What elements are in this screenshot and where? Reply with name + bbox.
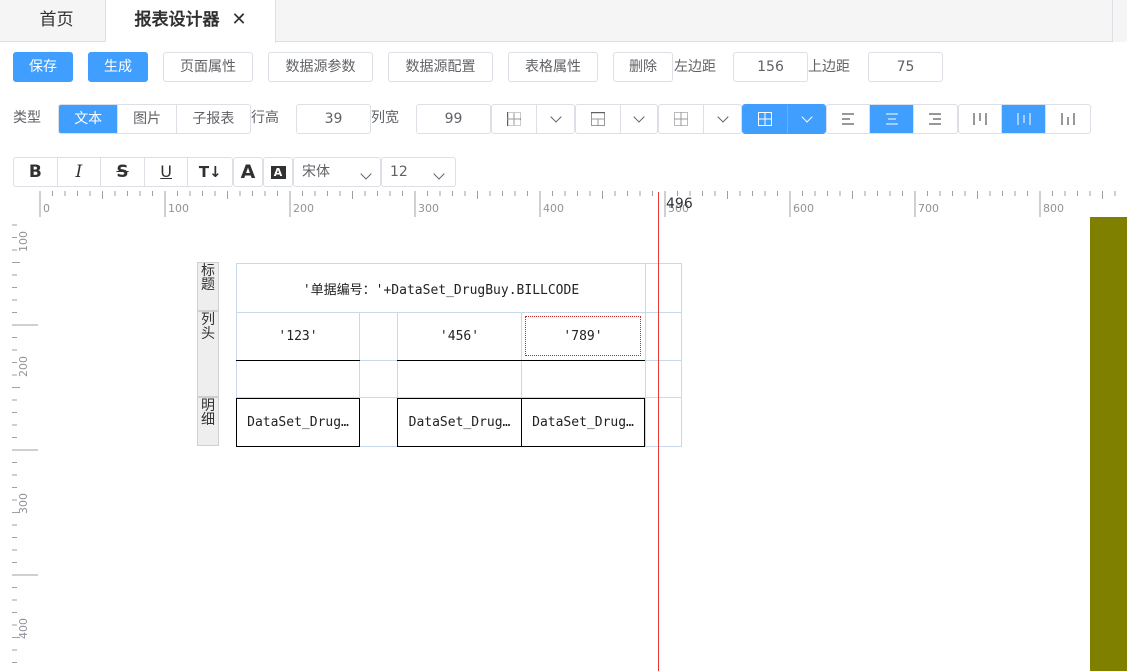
row-height-input[interactable]: 39 — [296, 104, 371, 134]
vertical-ruler: 100 200 300 400 — [0, 217, 40, 671]
align-center-icon[interactable] — [870, 105, 914, 133]
detail-cell[interactable] — [360, 399, 397, 446]
bold-button[interactable]: B — [14, 158, 58, 186]
vertical-ruler-ticks — [12, 224, 38, 663]
detail-cell[interactable]: DataSet_Drug… — [522, 399, 644, 446]
horizontal-align-group — [826, 104, 958, 134]
h-tick-label: 100 — [168, 202, 189, 215]
font-size-value: 12 — [390, 164, 408, 180]
tab-home-label: 首页 — [39, 10, 74, 30]
band-header-label[interactable]: 列 头 — [197, 311, 219, 397]
tab-report-designer-label: 报表设计器 — [134, 10, 220, 30]
type-text-button[interactable]: 文本 — [59, 105, 119, 133]
h-tick-label: 0 — [43, 202, 50, 215]
v-tick-label: 400 — [17, 618, 30, 639]
left-margin-label: 左边距 — [674, 59, 716, 75]
title-cell[interactable]: '单据编号：'+DataSet_DrugBuy.BILLCODE — [237, 264, 645, 312]
valign-top-icon[interactable] — [959, 105, 1003, 133]
type-label: 类型 — [13, 110, 41, 126]
strikethrough-button[interactable]: S — [101, 158, 145, 186]
chevron-down-icon — [621, 105, 657, 133]
background-color-button[interactable]: A — [263, 157, 293, 187]
type-image-button[interactable]: 图片 — [118, 105, 177, 133]
border-left-icon — [492, 105, 537, 133]
datasource-config-button[interactable]: 数据源配置 — [388, 52, 493, 82]
font-size-select[interactable]: 12 — [381, 157, 456, 187]
italic-button[interactable]: I — [58, 158, 102, 186]
generate-button[interactable]: 生成 — [88, 52, 148, 82]
detail-cell[interactable]: DataSet_Drug… — [237, 399, 359, 446]
background-color-icon: A — [264, 158, 292, 186]
chevron-down-icon — [360, 168, 372, 180]
chevron-down-icon — [433, 168, 445, 180]
detail-cell[interactable]: DataSet_Drug… — [398, 399, 521, 446]
underline-button[interactable]: U — [145, 158, 189, 186]
header-cell[interactable]: '123' — [237, 313, 359, 360]
band-title-label[interactable]: 标 题 — [197, 262, 219, 311]
h-tick-label: 300 — [418, 202, 439, 215]
save-button[interactable]: 保存 — [13, 52, 73, 82]
font-family-value: 宋体 — [302, 164, 330, 180]
band-detail-label[interactable]: 明 细 — [197, 397, 219, 446]
page-properties-button[interactable]: 页面属性 — [163, 52, 253, 82]
text-style-group: B I S U T↓ — [13, 157, 233, 187]
font-family-select[interactable]: 宋体 — [293, 157, 381, 187]
row-height-label: 行高 — [251, 110, 279, 126]
valign-bottom-icon[interactable] — [1046, 105, 1090, 133]
horizontal-ruler: 0 100 200 300 400 500 600 700 800 — [0, 189, 1127, 217]
valign-middle-icon[interactable] — [1002, 105, 1046, 133]
border-inner-dropdown[interactable] — [658, 104, 742, 134]
ruler-guide-line[interactable] — [658, 192, 659, 671]
v-tick-label: 300 — [17, 493, 30, 514]
v-tick-label: 200 — [17, 356, 30, 377]
h-tick-label: 700 — [918, 202, 939, 215]
left-margin-input[interactable]: 156 — [733, 52, 808, 82]
tab-scroll-area — [1112, 0, 1127, 42]
top-margin-input[interactable]: 75 — [868, 52, 943, 82]
h-tick-label: 200 — [293, 202, 314, 215]
v-tick-label: 100 — [17, 231, 30, 252]
align-left-icon[interactable] — [827, 105, 871, 133]
h-tick-label: 800 — [1043, 202, 1064, 215]
bg-color-glyph: A — [270, 165, 286, 179]
tab-home[interactable]: 首页 — [8, 0, 106, 42]
header-cell[interactable]: '456' — [398, 313, 521, 360]
border-all-dropdown[interactable] — [742, 104, 826, 134]
ruler-guide-value: 496 — [666, 196, 693, 212]
font-color-icon: A — [240, 161, 256, 183]
chevron-down-icon — [704, 105, 741, 133]
type-subreport-button[interactable]: 子报表 — [177, 105, 250, 133]
col-width-input[interactable]: 99 — [416, 104, 491, 134]
tab-report-designer[interactable]: 报表设计器 ✕ — [106, 0, 276, 43]
h-tick-label: 400 — [543, 202, 564, 215]
border-top-icon — [576, 105, 621, 133]
table-properties-button[interactable]: 表格属性 — [508, 52, 598, 82]
tab-bar: 首页 报表设计器 ✕ — [0, 0, 1127, 43]
col-width-label: 列宽 — [371, 110, 399, 126]
border-inner-icon — [659, 105, 704, 133]
datasource-params-button[interactable]: 数据源参数 — [268, 52, 373, 82]
close-icon[interactable]: ✕ — [231, 0, 246, 40]
h-tick-label: 600 — [793, 202, 814, 215]
border-top-dropdown[interactable] — [575, 104, 658, 134]
delete-button[interactable]: 删除 — [613, 52, 673, 82]
header-cell-selected[interactable]: '789' — [525, 316, 641, 356]
side-panel — [1090, 217, 1127, 671]
vertical-align-group — [958, 104, 1091, 134]
border-left-dropdown[interactable] — [491, 104, 575, 134]
cell-type-group: 文本 图片 子报表 — [58, 104, 251, 134]
align-right-icon[interactable] — [914, 105, 957, 133]
top-margin-label: 上边距 — [808, 59, 850, 75]
chevron-down-icon — [788, 105, 825, 133]
text-direction-button[interactable]: T↓ — [188, 158, 232, 186]
chevron-down-icon — [537, 105, 574, 133]
header-cell[interactable] — [360, 313, 397, 360]
border-all-icon — [743, 105, 788, 133]
font-color-button[interactable]: A — [233, 157, 263, 187]
